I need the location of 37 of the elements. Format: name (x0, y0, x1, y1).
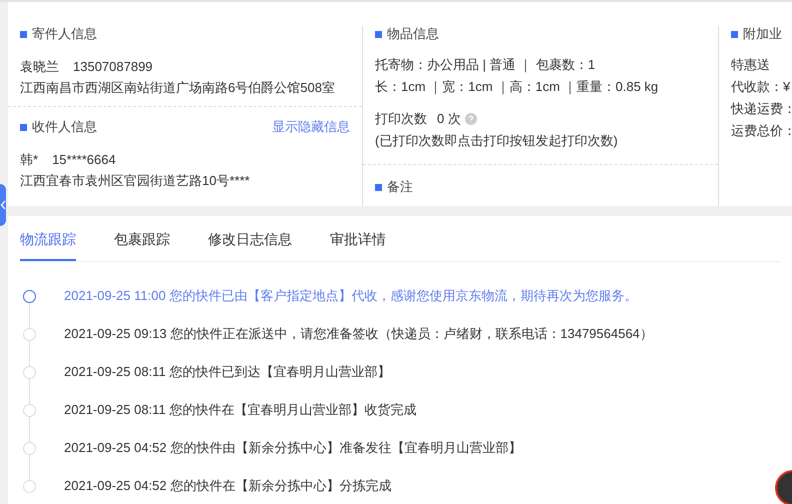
tracking-event: 2021-09-25 04:52 您的快件由【新余分拣中心】准备发往【宜春明月山营业部】 (64, 439, 522, 457)
section-title: 备注 (387, 178, 413, 196)
print-count: 0 次 (437, 110, 461, 128)
tab[interactable]: 包裹跟踪 (114, 231, 170, 261)
receiver-name: 韩* (20, 151, 38, 169)
tracking-event: 2021-09-25 08:11 您的快件在【宜春明月山营业部】收货完成 (64, 401, 416, 419)
tracking-event: 2021-09-25 11:00 您的快件已由【客户指定地点】代收，感谢您使用京东物流，期待再次为您服务。 (64, 287, 638, 305)
section-title: 收件人信息 (32, 118, 97, 136)
item-detail: 长：1cm ｜宽：1cm ｜高：1cm ｜重量：0.85 kg (375, 78, 660, 96)
tracking-event: 2021-09-25 04:52 您的快件在【新余分拣中心】分拣完成 (64, 477, 392, 495)
tab[interactable]: 修改日志信息 (208, 231, 292, 261)
section-marker-icon (731, 30, 738, 38)
sender-phone: 13507087899 (73, 58, 153, 76)
section-title: 寄件人信息 (32, 25, 97, 43)
sender-address: 江西南昌市西湖区南站街道广场南路6号伯爵公馆508室 (20, 80, 336, 96)
section-marker-icon (20, 30, 27, 38)
tab[interactable]: 审批详情 (330, 231, 386, 261)
extra-service-line: 快递运费： (731, 100, 792, 118)
receiver-address: 江西宜春市袁州区官园街道艺路10号**** (20, 173, 251, 189)
tab[interactable]: 物流跟踪 (20, 231, 76, 261)
extra-service-line: 代收款：¥ (731, 78, 792, 96)
section-title: 物品信息 (387, 25, 439, 43)
section-marker-icon (375, 184, 382, 190)
print-count-label: 打印次数 (375, 110, 427, 128)
extra-service-line: 特惠送 (731, 56, 771, 74)
tracking-event: 2021-09-25 08:11 您的快件已到达【宜春明月山营业部】 (64, 363, 390, 381)
section-title: 附加业 (743, 25, 782, 43)
extra-service-line: 运费总价： (731, 122, 792, 140)
item-detail: 托寄物：办公用品 | 普通 ｜ 包裹数：1 (375, 56, 596, 74)
section-marker-icon (375, 30, 382, 38)
tracking-event: 2021-09-25 09:13 您的快件正在派送中，请您准备签收（快递员：卢绪财，联系电话：13479564564） (64, 325, 653, 343)
show-hidden-info-link[interactable]: 显示隐藏信息 (272, 118, 350, 136)
receiver-phone: 15****6664 (52, 151, 116, 169)
print-count-note: (已打印次数即点击打印按钮发起打印次数) (375, 132, 619, 150)
sender-name: 袁晓兰 (20, 58, 59, 76)
collapse-handle[interactable] (0, 184, 6, 226)
section-marker-icon (20, 124, 27, 130)
